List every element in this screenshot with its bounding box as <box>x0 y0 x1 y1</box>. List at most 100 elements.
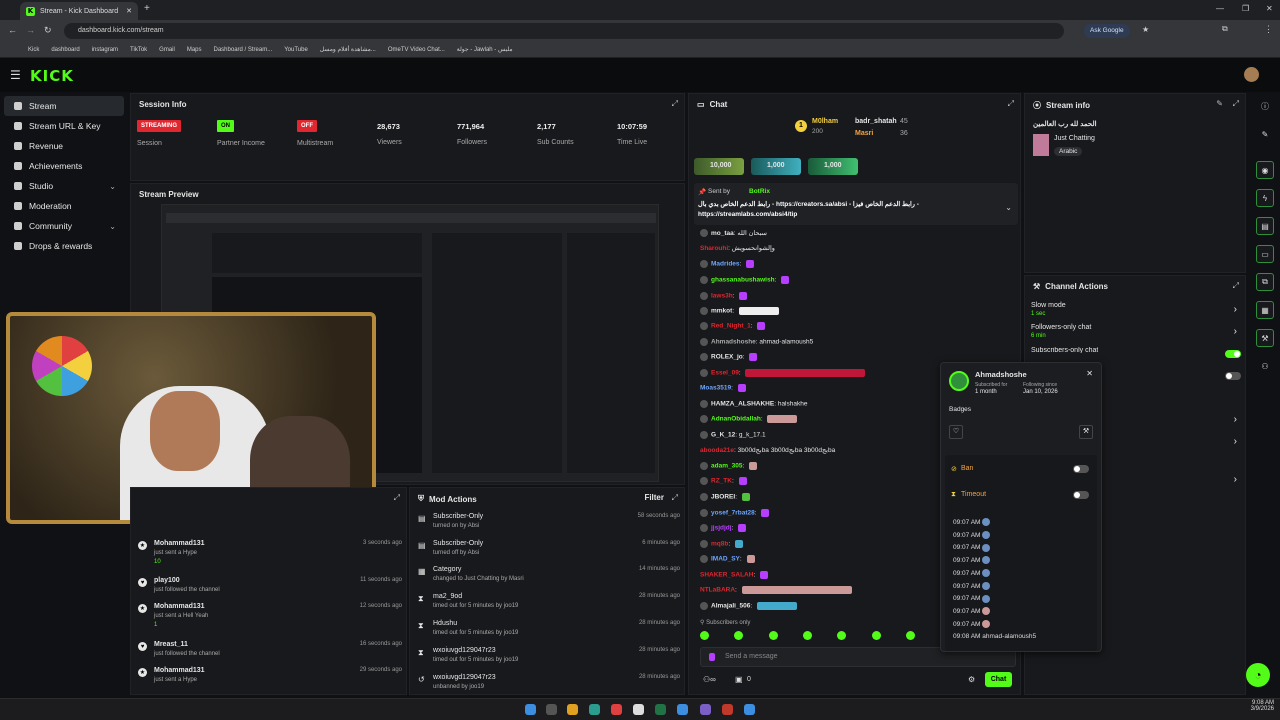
camera-icon[interactable]: ◉ <box>1256 161 1274 179</box>
chat-username[interactable]: HAMZA_ALSHAKHE <box>711 401 774 408</box>
chat-username[interactable]: NTLaBARA <box>700 587 735 594</box>
expand-icon[interactable]: ⤢ <box>672 493 678 503</box>
chat-username[interactable]: AdnanObidallah <box>711 416 761 423</box>
maximize-icon[interactable]: ❐ <box>1242 4 1249 13</box>
bookmark-item[interactable]: جولة - Jawlah - مليس <box>457 46 513 53</box>
support-chat-icon[interactable]: ◔ <box>1246 663 1270 687</box>
gift-pill[interactable]: 1,000 <box>808 158 858 175</box>
emote-icon[interactable] <box>734 631 744 640</box>
chat-username[interactable]: Iaws3h <box>711 293 733 300</box>
excel-icon[interactable] <box>655 704 666 715</box>
expand-icon[interactable]: ⤢ <box>1233 99 1239 109</box>
emote-icon[interactable] <box>768 631 778 640</box>
back-icon[interactable]: ← <box>8 25 17 35</box>
bookmark-item[interactable]: TikTok <box>130 47 147 53</box>
chat-username[interactable]: mo_taa <box>711 230 734 237</box>
top-gifter-name[interactable]: M0lham <box>812 118 838 125</box>
bookmark-item[interactable]: Dashboard / Stream... <box>214 47 273 53</box>
chat-username[interactable]: Essel_09 <box>711 370 739 377</box>
gift-pill[interactable]: 10,000 <box>694 158 744 175</box>
emote-icon[interactable] <box>905 631 915 640</box>
chat-username[interactable]: yosef_7rbat28 <box>711 510 755 517</box>
feed-username[interactable]: play100 <box>154 577 180 584</box>
discord-icon[interactable] <box>700 704 711 715</box>
expand-icon[interactable]: ⤢ <box>672 99 678 109</box>
menu-dots-icon[interactable]: ⋮ <box>1264 24 1273 35</box>
sidebar-item-stream[interactable]: Stream <box>4 96 124 116</box>
pinned-username[interactable]: BotRix <box>749 188 770 195</box>
top-gifter-name[interactable]: Masri <box>855 130 873 137</box>
chat-username[interactable]: ghassanabushawish <box>711 277 775 284</box>
filter-button[interactable]: Filter <box>644 493 664 502</box>
chevron-down-icon[interactable]: ⌄ <box>1005 203 1012 212</box>
ban-toggle[interactable] <box>1073 465 1089 473</box>
tag-chip[interactable]: Arabic <box>1054 147 1083 156</box>
emote-icon[interactable] <box>700 631 709 640</box>
expand-icon[interactable]: ⤢ <box>394 493 400 503</box>
category-name[interactable]: Just Chatting <box>1054 135 1095 142</box>
chevron-right-icon[interactable]: › <box>1234 436 1237 447</box>
feed-username[interactable]: Mohammad131 <box>154 540 205 547</box>
chat-bubble-icon[interactable]: ▭ <box>1256 245 1274 263</box>
chat-username[interactable]: SHAKER_SALAH <box>700 572 753 579</box>
chevron-right-icon[interactable]: › <box>1234 326 1237 337</box>
search-icon[interactable] <box>546 704 557 715</box>
sidebar-item-community[interactable]: Community ⌄ <box>4 216 124 236</box>
chevron-right-icon[interactable]: › <box>1234 304 1237 315</box>
sidebar-item-stream-url[interactable]: Stream URL & Key <box>4 116 124 136</box>
chat-username[interactable]: Moas3519 <box>700 385 731 392</box>
feed-username[interactable]: Mohammad131 <box>154 667 205 674</box>
emote-picker-icon[interactable] <box>709 653 715 661</box>
chat-username[interactable]: mq8b <box>711 541 728 548</box>
link-icon[interactable]: ⧉ <box>1256 273 1274 291</box>
bookmark-item[interactable]: YouTube <box>284 47 308 53</box>
close-tab-icon[interactable]: ✕ <box>126 7 132 15</box>
users-icon[interactable]: ⚇∞ <box>703 675 716 684</box>
emote-icon[interactable] <box>802 631 812 640</box>
app-icon[interactable] <box>677 704 688 715</box>
edit-icon[interactable]: ✎ <box>1216 99 1223 108</box>
chat-username[interactable]: mmkot <box>711 308 732 315</box>
minimize-icon[interactable]: — <box>1216 4 1224 13</box>
chat-username[interactable]: RZ_TK <box>711 478 732 485</box>
chat-username[interactable]: IMAD_SY <box>711 556 740 563</box>
chat-username[interactable]: ROLEX_jo <box>711 354 743 361</box>
gear-icon[interactable]: ⚙ <box>968 675 975 684</box>
file-explorer-icon[interactable] <box>567 704 578 715</box>
feed-username[interactable]: Mohammad131 <box>154 603 205 610</box>
bookmark-item[interactable]: Maps <box>187 47 202 53</box>
edit-icon[interactable]: ✎ <box>1256 125 1274 143</box>
feed-username[interactable]: Mreast_11 <box>154 641 188 648</box>
new-tab-icon[interactable]: + <box>144 3 150 14</box>
kick-logo[interactable]: KICK <box>30 67 74 85</box>
channel-toggle[interactable] <box>1225 372 1241 380</box>
users-icon[interactable]: ⚇ <box>1256 357 1274 375</box>
telegram-icon[interactable] <box>744 704 755 715</box>
store-icon[interactable] <box>633 704 644 715</box>
chevron-right-icon[interactable]: › <box>1234 474 1237 485</box>
timeout-toggle[interactable] <box>1073 491 1089 499</box>
bookmark-item[interactable]: dashboard <box>51 47 79 53</box>
forward-icon[interactable]: → <box>26 25 35 35</box>
gift-icon[interactable]: ▣ <box>735 675 743 684</box>
chat-username[interactable]: abooda21e <box>700 447 734 454</box>
chat-username[interactable]: Madrides <box>711 261 740 268</box>
chevron-right-icon[interactable]: › <box>1234 414 1237 425</box>
chrome-icon[interactable] <box>611 704 622 715</box>
reload-icon[interactable]: ↻ <box>44 25 52 36</box>
bookmark-star-icon[interactable]: ★ <box>1142 25 1149 34</box>
send-chat-button[interactable]: Chat <box>985 672 1012 687</box>
heart-icon[interactable]: ♡ <box>949 425 963 439</box>
chat-username[interactable]: adam_305 <box>711 463 742 470</box>
server-icon[interactable]: ▦ <box>1256 301 1274 319</box>
lightning-icon[interactable]: ϟ <box>1256 189 1274 207</box>
chat-username[interactable]: Red_Night_1 <box>711 323 751 330</box>
sidebar-item-drops[interactable]: Drops & rewards <box>4 236 124 256</box>
windows-start-icon[interactable] <box>525 704 536 715</box>
emote-icon[interactable] <box>837 631 847 640</box>
bookmark-item[interactable]: Gmail <box>159 47 175 53</box>
expand-icon[interactable]: ⤢ <box>1233 281 1239 291</box>
bookmark-item[interactable]: مشاهدة أفلام ومسل... <box>320 46 376 53</box>
top-gifter-name[interactable]: badr_shatah <box>855 118 897 125</box>
clipboard-icon[interactable]: ▤ <box>1256 217 1274 235</box>
